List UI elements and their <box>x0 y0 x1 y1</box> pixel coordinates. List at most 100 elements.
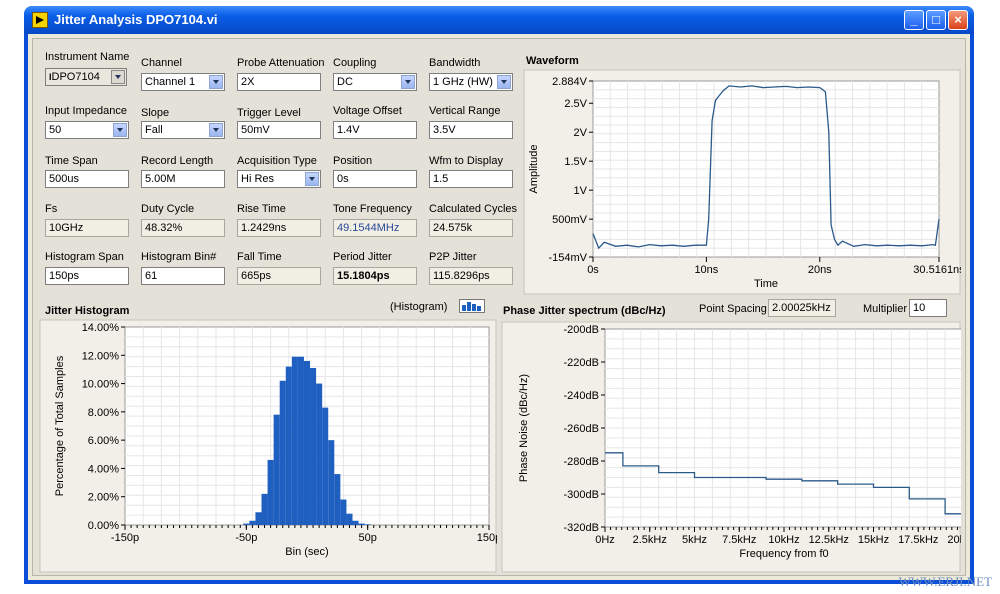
phase-graph[interactable]: -200dB -220dB -240dB -260dB -280dB -300dB -320… <box>501 321 961 573</box>
y-tick-label: -200dB <box>564 324 599 336</box>
y-tick-label: 2.5V <box>564 98 587 110</box>
bandwidth-value: 1 GHz (HW) <box>433 76 493 88</box>
fs-label: Fs <box>45 203 58 215</box>
y-tick-label: 2V <box>574 127 588 139</box>
histogram-bar <box>340 499 347 525</box>
histogram-bar <box>297 356 304 525</box>
vertical-range-field[interactable]: 3.5V <box>429 121 513 139</box>
x-tick-label: 20kHz <box>947 534 961 546</box>
x-tick-label: 17.5kHz <box>898 534 938 546</box>
time-span-label: Time Span <box>45 155 98 167</box>
y-axis-label: Percentage of Total Samples <box>54 355 66 496</box>
x-tick-label: 15kHz <box>858 534 889 546</box>
y-tick-label: 500mV <box>552 214 588 226</box>
waveform-title: Waveform <box>526 55 579 67</box>
tone-frequency-label: Tone Frequency <box>333 203 412 215</box>
chevron-down-icon <box>401 75 415 89</box>
waveform-graph[interactable]: 2.884V 2.5V 2V 1.5V 1V 500mV -154mV0s 10ns 20ns 3… <box>523 69 961 295</box>
y-tick-label: 6.00% <box>88 435 119 447</box>
p2p-jitter-label: P2P Jitter <box>429 251 477 263</box>
x-tick-label: 12.5kHz <box>809 534 849 546</box>
histogram-bar <box>364 524 371 525</box>
wfm-to-display-field[interactable]: 1.5 <box>429 170 513 188</box>
x-tick-label: -150p <box>111 532 139 544</box>
histogram-bar <box>249 520 256 525</box>
period-jitter-label: Period Jitter <box>333 251 392 263</box>
chevron-down-icon <box>209 75 223 89</box>
coupling-label: Coupling <box>333 57 377 69</box>
voltage-offset-label: Voltage Offset <box>333 105 402 117</box>
slope-select[interactable]: Fall <box>141 121 225 139</box>
y-axis-label: Phase Noise (dBc/Hz) <box>518 374 530 482</box>
bandwidth-select[interactable]: 1 GHz (HW) <box>429 73 513 91</box>
close-button[interactable]: × <box>948 10 968 30</box>
histogram-bar <box>352 520 359 525</box>
instrument-name-select[interactable]: IDPO7104 <box>45 68 127 86</box>
slope-label: Slope <box>141 107 170 119</box>
acquisition-type-select[interactable]: Hi Res <box>237 170 321 188</box>
probe-attenuation-field[interactable]: 2X <box>237 73 321 91</box>
labview-run-icon <box>32 12 48 28</box>
histogram-span-label: Histogram Span <box>45 251 124 263</box>
y-axis-label: Amplitude <box>528 145 540 194</box>
duty-cycle-indicator: 48.32% <box>141 219 225 237</box>
x-tick-label: -50p <box>235 532 257 544</box>
multiplier-field[interactable]: 10 <box>909 299 947 317</box>
histogram-span-field[interactable]: 150ps <box>45 267 129 285</box>
slope-value: Fall <box>145 124 163 136</box>
rise-time-label: Rise Time <box>237 203 286 215</box>
title-bar[interactable]: Jitter Analysis DPO7104.vi _ □ × <box>24 6 974 34</box>
histogram-bin-label: Histogram Bin# <box>141 251 217 263</box>
phase-title: Phase Jitter spectrum (dBc/Hz) <box>503 305 666 317</box>
probe-attenuation-label: Probe Attenuation <box>237 57 325 69</box>
histogram-bar <box>328 440 335 525</box>
histogram-bin-field[interactable]: 61 <box>141 267 225 285</box>
calculated-cycles-indicator: 24.575k <box>429 219 513 237</box>
voltage-offset-field[interactable]: 1.4V <box>333 121 417 139</box>
histogram-legend-label: (Histogram) <box>390 301 448 313</box>
tone-frequency-indicator: 49.1544MHz <box>333 219 417 237</box>
time-span-field[interactable]: 500us <box>45 170 129 188</box>
x-tick-label: 10ns <box>694 264 718 276</box>
chevron-down-icon <box>497 75 511 89</box>
channel-select[interactable]: Channel 1 <box>141 73 225 91</box>
y-tick-label: 2.884V <box>552 76 588 88</box>
position-label: Position <box>333 155 373 167</box>
record-length-label: Record Length <box>141 155 214 167</box>
histogram-legend-swatch[interactable] <box>459 299 485 313</box>
calculated-cycles-label: Calculated Cycles <box>429 203 518 215</box>
x-tick-label: 7.5kHz <box>722 534 756 546</box>
x-tick-label: 0s <box>587 264 599 276</box>
fs-indicator: 10GHz <box>45 219 129 237</box>
y-tick-label: 14.00% <box>82 322 120 334</box>
trigger-level-field[interactable]: 50mV <box>237 121 321 139</box>
y-tick-label: -300dB <box>564 489 599 501</box>
record-length-field[interactable]: 5.00M <box>141 170 225 188</box>
input-impedance-select[interactable]: 50 <box>45 121 129 139</box>
position-field[interactable]: 0s <box>333 170 417 188</box>
histogram-bar <box>322 407 329 525</box>
y-tick-label: 0.00% <box>88 520 119 532</box>
y-tick-label: 12.00% <box>82 350 120 362</box>
x-axis-label: Bin (sec) <box>285 546 328 558</box>
maximize-button[interactable]: □ <box>926 10 946 30</box>
y-tick-label: 8.00% <box>88 407 119 419</box>
channel-label: Channel <box>141 57 182 69</box>
duty-cycle-label: Duty Cycle <box>141 203 195 215</box>
y-tick-label: -320dB <box>564 522 599 534</box>
chevron-down-icon <box>113 123 127 137</box>
histogram-bar <box>261 493 268 525</box>
client-area: Instrument Name IDPO7104 Channel Channel… <box>28 34 970 580</box>
chevron-down-icon <box>111 70 125 84</box>
bar-plot-icon <box>462 302 481 311</box>
rise-time-indicator: 1.2429ns <box>237 219 321 237</box>
wfm-to-display-label: Wfm to Display <box>429 155 503 167</box>
y-tick-label: 4.00% <box>88 463 119 475</box>
acquisition-type-label: Acquisition Type <box>237 155 317 167</box>
chevron-down-icon <box>305 172 319 186</box>
histogram-graph[interactable]: 14.00% 12.00% 10.00% 8.00% 6.00% 4.00% 2.00% 0.… <box>39 319 497 573</box>
minimize-button[interactable]: _ <box>904 10 924 30</box>
y-tick-label: -280dB <box>564 456 599 468</box>
coupling-select[interactable]: DC <box>333 73 417 91</box>
histogram-bar <box>255 512 262 525</box>
